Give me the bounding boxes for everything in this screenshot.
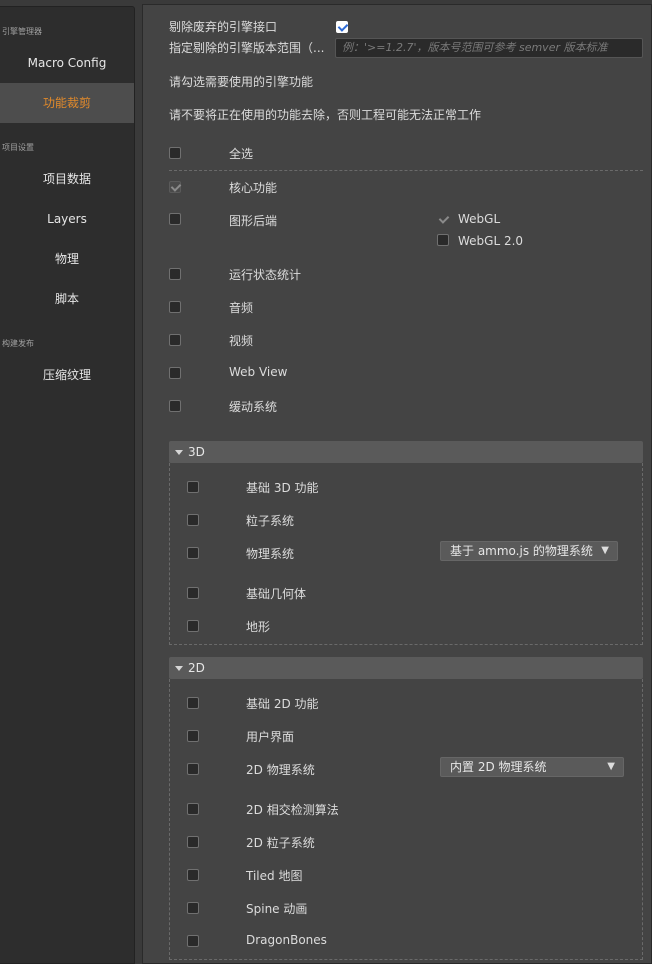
2d-particle-checkbox[interactable] [187, 836, 199, 848]
3d-particle-label: 粒子系统 [246, 514, 295, 528]
spine-checkbox[interactable] [187, 902, 199, 914]
webgl-checkbox[interactable] [437, 213, 449, 225]
select-all-label: 全选 [229, 147, 254, 161]
video-label: 视频 [229, 334, 254, 348]
sidebar-item-project-data[interactable]: 项目数据 [0, 159, 134, 199]
2d-physics-checkbox[interactable] [187, 763, 199, 775]
webview-label: Web View [229, 365, 288, 379]
sidebar-item-script[interactable]: 脚本 [0, 279, 134, 319]
2d-ui-label: 用户界面 [246, 730, 295, 744]
3d-particle-checkbox[interactable] [187, 514, 199, 526]
2d-intersection-checkbox[interactable] [187, 803, 199, 815]
group-3d-title: 3D [188, 445, 205, 459]
sidebar-item-layers[interactable]: Layers [0, 199, 134, 239]
caret-down-icon [175, 666, 183, 671]
divider [169, 170, 643, 171]
group-2d-title: 2D [188, 661, 205, 675]
group-3d-header[interactable]: 3D [169, 441, 643, 463]
webgl-label: WebGL [458, 212, 501, 226]
tween-checkbox[interactable] [169, 400, 181, 412]
3d-terrain-label: 地形 [246, 620, 271, 634]
sidebar-item-physics[interactable]: 物理 [0, 239, 134, 279]
2d-basic-label: 基础 2D 功能 [246, 697, 319, 711]
caret-down-icon [175, 450, 183, 455]
sidebar-item-macro-config[interactable]: Macro Config [0, 43, 134, 83]
video-checkbox[interactable] [169, 334, 181, 346]
section-label-engine: 引擎管理器 [2, 27, 42, 36]
audio-label: 音频 [229, 301, 254, 315]
graphics-backend-checkbox[interactable] [169, 213, 181, 225]
select-all-checkbox[interactable] [169, 147, 181, 159]
version-range-label: 指定剔除的引擎版本范围（... [169, 41, 325, 55]
sidebar-item-texture-compression[interactable]: 压缩纹理 [0, 355, 134, 395]
group-3d-body: 基础 3D 功能 粒子系统 物理系统 基于 ammo.js 的物理系统 ▼ 基础… [169, 463, 643, 645]
3d-basic-label: 基础 3D 功能 [246, 481, 319, 495]
3d-physics-checkbox[interactable] [187, 547, 199, 559]
3d-physics-label: 物理系统 [246, 547, 295, 561]
3d-primitive-label: 基础几何体 [246, 587, 307, 601]
section-label-project: 项目设置 [2, 143, 34, 152]
tiled-map-checkbox[interactable] [187, 869, 199, 881]
profiler-checkbox[interactable] [169, 268, 181, 280]
instruction-warning: 请不要将正在使用的功能去除，否则工程可能无法正常工作 [169, 108, 482, 122]
2d-ui-checkbox[interactable] [187, 730, 199, 742]
2d-intersection-label: 2D 相交检测算法 [246, 803, 339, 817]
audio-checkbox[interactable] [169, 301, 181, 313]
2d-basic-checkbox[interactable] [187, 697, 199, 709]
feature-crop-panel: 剔除废弃的引擎接口 指定剔除的引擎版本范围（... 例：'>=1.2.7'，版本… [142, 4, 652, 964]
2d-particle-label: 2D 粒子系统 [246, 836, 315, 850]
remove-deprecated-label: 剔除废弃的引擎接口 [169, 20, 278, 34]
group-2d-header[interactable]: 2D [169, 657, 643, 679]
3d-terrain-checkbox[interactable] [187, 620, 199, 632]
spine-label: Spine 动画 [246, 902, 308, 916]
core-checkbox [169, 181, 181, 193]
dropdown-arrow-icon: ▼ [601, 545, 609, 556]
dragonbones-label: DragonBones [246, 933, 327, 947]
sidebar-item-feature-crop[interactable]: 功能裁剪 [0, 83, 134, 123]
2d-physics-label: 2D 物理系统 [246, 763, 315, 777]
3d-physics-select[interactable]: 基于 ammo.js 的物理系统 ▼ [440, 541, 618, 561]
webgl2-label: WebGL 2.0 [458, 234, 524, 248]
group-2d-body: 基础 2D 功能 用户界面 2D 物理系统 内置 2D 物理系统 ▼ 2D 相交… [169, 679, 643, 960]
graphics-backend-label: 图形后端 [229, 214, 278, 228]
profiler-label: 运行状态统计 [229, 268, 302, 282]
remove-deprecated-checkbox[interactable] [336, 21, 348, 33]
tween-label: 缓动系统 [229, 400, 278, 414]
3d-primitive-checkbox[interactable] [187, 587, 199, 599]
2d-physics-select[interactable]: 内置 2D 物理系统 ▼ [440, 757, 624, 777]
webgl2-checkbox[interactable] [437, 234, 449, 246]
3d-physics-select-value: 基于 ammo.js 的物理系统 [450, 544, 593, 558]
webview-checkbox[interactable] [169, 367, 181, 379]
core-label: 核心功能 [229, 181, 278, 195]
2d-physics-select-value: 内置 2D 物理系统 [450, 760, 547, 774]
tiled-map-label: Tiled 地图 [246, 869, 303, 883]
dragonbones-checkbox[interactable] [187, 935, 199, 947]
3d-basic-checkbox[interactable] [187, 481, 199, 493]
dropdown-arrow-icon: ▼ [607, 761, 615, 772]
section-label-build: 构建发布 [2, 339, 34, 348]
version-range-input[interactable]: 例：'>=1.2.7'，版本号范围可参考 semver 版本标准 [335, 38, 643, 58]
sidebar: 引擎管理器 Macro Config 功能裁剪 项目设置 项目数据 Layers… [0, 6, 135, 964]
instruction-select: 请勾选需要使用的引擎功能 [169, 75, 314, 89]
